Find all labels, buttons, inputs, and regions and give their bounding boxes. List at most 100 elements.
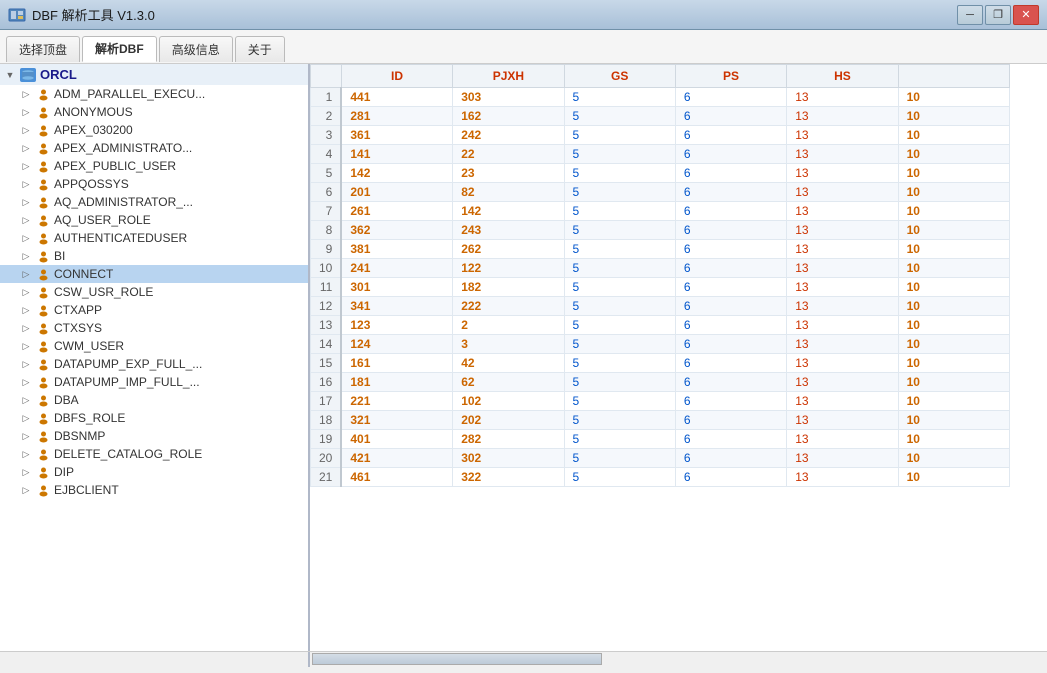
tab-parse-dbf[interactable]: 解析DBF — [82, 36, 157, 62]
tree-item-arrow: ▷ — [20, 233, 32, 244]
table-row[interactable]: 10 241 122 5 6 13 10 — [311, 259, 1010, 278]
row-number: 15 — [311, 354, 342, 373]
cell-ps: 6 — [675, 468, 786, 487]
tree-item[interactable]: ▷APEX_PUBLIC_USER — [0, 157, 308, 175]
tree-item[interactable]: ▷DATAPUMP_IMP_FULL_... — [0, 373, 308, 391]
cell-pjxh: 222 — [453, 297, 564, 316]
row-number: 8 — [311, 221, 342, 240]
tree-item[interactable]: ▷CTXAPP — [0, 301, 308, 319]
table-row[interactable]: 7 261 142 5 6 13 10 — [311, 202, 1010, 221]
tree-item[interactable]: ▷APEX_ADMINISTRATO... — [0, 139, 308, 157]
tree-item-label: CTXAPP — [54, 303, 102, 317]
table-row[interactable]: 4 141 22 5 6 13 10 — [311, 145, 1010, 164]
tree-item[interactable]: ▷AUTHENTICATEDUSER — [0, 229, 308, 247]
user-icon — [36, 375, 50, 389]
cell-gs: 5 — [564, 468, 675, 487]
minimize-button[interactable]: ─ — [957, 5, 983, 25]
cell-hs: 13 — [787, 411, 898, 430]
tree-scroll[interactable]: ▼ ORCL ▷ADM_PARALLEL_EXECU...▷ANONYMOUS▷… — [0, 64, 308, 651]
tree-item[interactable]: ▷DATAPUMP_EXP_FULL_... — [0, 355, 308, 373]
cell-gs: 5 — [564, 221, 675, 240]
cell-extra: 10 — [898, 354, 1009, 373]
cell-hs: 13 — [787, 164, 898, 183]
cell-gs: 5 — [564, 202, 675, 221]
tree-item-arrow: ▷ — [20, 359, 32, 370]
restore-button[interactable]: ❐ — [985, 5, 1011, 25]
tree-item[interactable]: ▷APPQOSSYS — [0, 175, 308, 193]
row-number: 3 — [311, 126, 342, 145]
table-row[interactable]: 6 201 82 5 6 13 10 — [311, 183, 1010, 202]
tree-item[interactable]: ▷BI — [0, 247, 308, 265]
cell-ps: 6 — [675, 183, 786, 202]
tab-select-disk[interactable]: 选择顶盘 — [6, 36, 80, 62]
row-number: 18 — [311, 411, 342, 430]
user-icon — [36, 159, 50, 173]
cell-ps: 6 — [675, 126, 786, 145]
tree-item[interactable]: ▷CWM_USER — [0, 337, 308, 355]
row-number: 6 — [311, 183, 342, 202]
tree-item[interactable]: ▷AQ_ADMINISTRATOR_... — [0, 193, 308, 211]
cell-hs: 13 — [787, 240, 898, 259]
table-row[interactable]: 15 161 42 5 6 13 10 — [311, 354, 1010, 373]
horizontal-scrollbar-thumb[interactable] — [312, 653, 602, 665]
table-row[interactable]: 5 142 23 5 6 13 10 — [311, 164, 1010, 183]
tree-item[interactable]: ▷DBSNMP — [0, 427, 308, 445]
cell-hs: 13 — [787, 449, 898, 468]
tree-item[interactable]: ▷DBA — [0, 391, 308, 409]
tree-item[interactable]: ▷ANONYMOUS — [0, 103, 308, 121]
cell-hs: 13 — [787, 316, 898, 335]
col-header-gs: GS — [564, 65, 675, 88]
table-row[interactable]: 17 221 102 5 6 13 10 — [311, 392, 1010, 411]
close-button[interactable]: ✕ — [1013, 5, 1039, 25]
data-table-body: 1 441 303 5 6 13 10 2 281 162 5 6 13 10 … — [311, 88, 1010, 487]
tree-item[interactable]: ▷AQ_USER_ROLE — [0, 211, 308, 229]
cell-ps: 6 — [675, 164, 786, 183]
tab-advanced-info[interactable]: 高级信息 — [159, 36, 233, 62]
tree-item-arrow: ▷ — [20, 449, 32, 460]
tree-item[interactable]: ▷CTXSYS — [0, 319, 308, 337]
table-row[interactable]: 3 361 242 5 6 13 10 — [311, 126, 1010, 145]
col-header-id: ID — [341, 65, 452, 88]
tree-item-arrow: ▷ — [20, 143, 32, 154]
cell-extra: 10 — [898, 278, 1009, 297]
table-row[interactable]: 20 421 302 5 6 13 10 — [311, 449, 1010, 468]
col-header-hs: HS — [787, 65, 898, 88]
cell-extra: 10 — [898, 373, 1009, 392]
user-icon — [36, 483, 50, 497]
cell-id: 421 — [341, 449, 452, 468]
table-row[interactable]: 18 321 202 5 6 13 10 — [311, 411, 1010, 430]
tree-item[interactable]: ▷ADM_PARALLEL_EXECU... — [0, 85, 308, 103]
table-row[interactable]: 19 401 282 5 6 13 10 — [311, 430, 1010, 449]
table-row[interactable]: 8 362 243 5 6 13 10 — [311, 221, 1010, 240]
tree-item[interactable]: ▷CONNECT — [0, 265, 308, 283]
user-icon — [36, 411, 50, 425]
table-row[interactable]: 1 441 303 5 6 13 10 — [311, 88, 1010, 107]
table-row[interactable]: 12 341 222 5 6 13 10 — [311, 297, 1010, 316]
user-icon — [36, 195, 50, 209]
tree-item[interactable]: ▷APEX_030200 — [0, 121, 308, 139]
cell-gs: 5 — [564, 316, 675, 335]
table-row[interactable]: 21 461 322 5 6 13 10 — [311, 468, 1010, 487]
table-row[interactable]: 13 123 2 5 6 13 10 — [311, 316, 1010, 335]
tab-about[interactable]: 关于 — [235, 36, 285, 62]
tree-item[interactable]: ▷CSW_USR_ROLE — [0, 283, 308, 301]
table-row[interactable]: 2 281 162 5 6 13 10 — [311, 107, 1010, 126]
tree-item-arrow: ▷ — [20, 467, 32, 478]
tree-item-label: DELETE_CATALOG_ROLE — [54, 447, 202, 461]
bottom-right-scroll[interactable] — [310, 652, 1047, 667]
cell-id: 281 — [341, 107, 452, 126]
tree-item[interactable]: ▷ DELETE_CATALOG_ROLE — [0, 445, 308, 463]
cell-hs: 13 — [787, 297, 898, 316]
tree-item[interactable]: ▷EJBCLIENT — [0, 481, 308, 499]
table-row[interactable]: 11 301 182 5 6 13 10 — [311, 278, 1010, 297]
tree-item-arrow: ▷ — [20, 125, 32, 136]
table-row[interactable]: 16 181 62 5 6 13 10 — [311, 373, 1010, 392]
data-table-wrap[interactable]: ID PJXH GS PS HS 1 441 303 5 6 13 10 2 2… — [310, 64, 1047, 651]
table-row[interactable]: 9 381 262 5 6 13 10 — [311, 240, 1010, 259]
tree-item[interactable]: ▷DBFS_ROLE — [0, 409, 308, 427]
row-number: 11 — [311, 278, 342, 297]
tree-item[interactable]: ▷DIP — [0, 463, 308, 481]
tree-root[interactable]: ▼ ORCL — [0, 64, 308, 85]
cell-pjxh: 202 — [453, 411, 564, 430]
table-row[interactable]: 14 124 3 5 6 13 10 — [311, 335, 1010, 354]
